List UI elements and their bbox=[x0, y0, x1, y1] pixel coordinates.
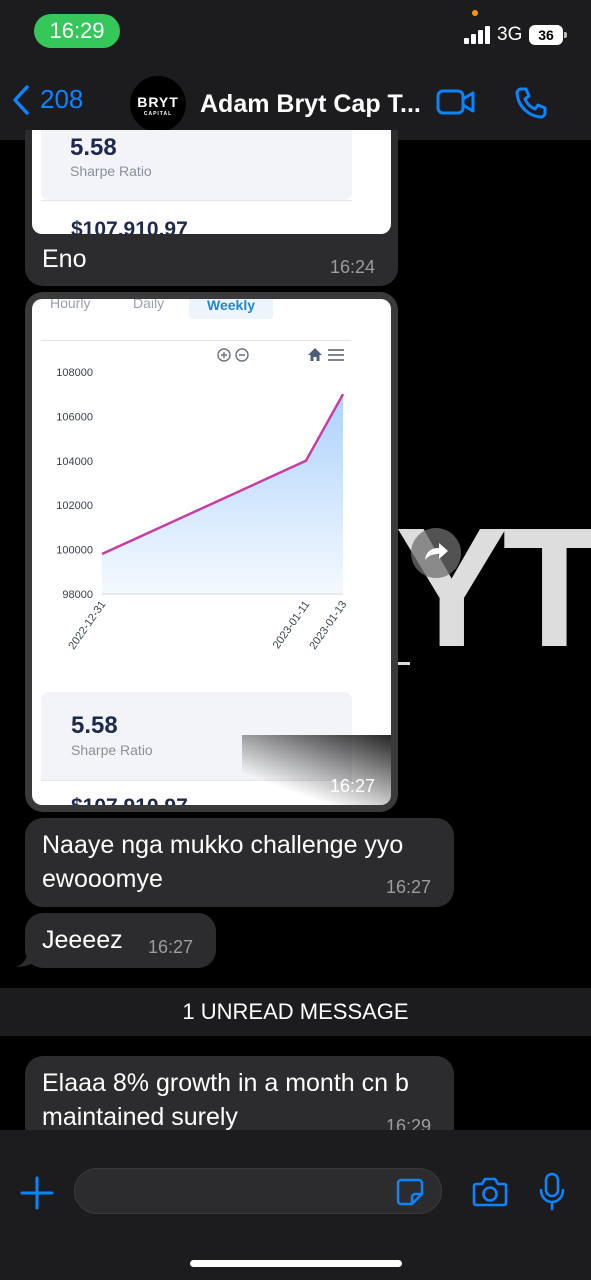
watermark-underline bbox=[398, 662, 410, 665]
plus-icon[interactable] bbox=[20, 1176, 54, 1210]
message-text: Naaye nga mukko challenge yyo bbox=[42, 831, 404, 859]
x-tick-label: 2023-01-13 bbox=[307, 599, 349, 652]
message-text-bubble[interactable]: Naaye nga mukko challenge yyo ewooomye 1… bbox=[25, 818, 454, 907]
unread-banner: 1 UNREAD MESSAGE bbox=[0, 988, 591, 1036]
message-time: 16:27 bbox=[386, 877, 432, 897]
tab-daily[interactable]: Daily bbox=[133, 299, 164, 311]
message-time: 16:24 bbox=[330, 257, 376, 277]
shared-chart-image[interactable]: Hourly Daily Weekly 108000 106000 104000 10… bbox=[32, 299, 391, 805]
divider bbox=[41, 200, 352, 201]
x-tick-label: 2023-01-11 bbox=[271, 599, 313, 651]
message-chart-image[interactable]: Hourly Daily Weekly 108000 106000 104000 10… bbox=[25, 292, 398, 812]
forward-arrow-icon bbox=[425, 543, 448, 560]
privacy-indicator bbox=[472, 10, 478, 16]
y-tick-label: 98000 bbox=[62, 589, 93, 601]
phone-call-icon[interactable] bbox=[514, 86, 548, 120]
y-tick-label: 100000 bbox=[56, 545, 93, 557]
sharpe-ratio-value: 5.58 bbox=[70, 134, 117, 161]
unread-count: 208 bbox=[40, 84, 84, 114]
kpi-box: 5.58 Sharpe Ratio bbox=[41, 130, 352, 200]
message-text: ewooomye bbox=[42, 865, 163, 893]
status-bar: 16:29 3G 36 bbox=[0, 0, 591, 62]
back-button[interactable]: 208 bbox=[12, 84, 83, 115]
message-input[interactable] bbox=[74, 1168, 442, 1214]
y-tick-label: 108000 bbox=[56, 367, 93, 379]
x-tick-label: 2022-12-31 bbox=[66, 599, 108, 652]
camera-icon[interactable] bbox=[472, 1176, 508, 1208]
message-text: Eno bbox=[42, 245, 87, 273]
message-text: Elaaa 8% growth in a month cn b bbox=[42, 1069, 409, 1097]
video-call-icon[interactable] bbox=[436, 88, 476, 116]
background-watermark: YT bbox=[395, 493, 591, 683]
chevron-left-icon bbox=[13, 84, 29, 115]
signal-icon bbox=[464, 26, 492, 44]
status-time[interactable]: 16:29 bbox=[34, 14, 120, 48]
tab-hourly[interactable]: Hourly bbox=[50, 299, 90, 311]
balance-value: $107,910.97 bbox=[71, 218, 188, 234]
message-text-bubble[interactable]: Jeeeez 16:27 bbox=[25, 913, 216, 968]
sharpe-ratio-value: 5.58 bbox=[71, 712, 118, 739]
message-text: maintained surely bbox=[42, 1103, 238, 1131]
shared-image[interactable]: 5.58 Sharpe Ratio $107,910.97 bbox=[32, 130, 391, 234]
microphone-icon[interactable] bbox=[538, 1172, 566, 1212]
message-composer bbox=[0, 1130, 591, 1280]
equity-chart: 108000 106000 104000 102000 100000 98000 2022… bbox=[56, 367, 349, 652]
avatar-logo-sub: CAPITAL bbox=[143, 111, 173, 117]
balance-value: $107,910.97 bbox=[71, 795, 188, 805]
avatar[interactable]: BRYT CAPITAL bbox=[130, 76, 186, 132]
sharpe-ratio-label: Sharpe Ratio bbox=[71, 742, 153, 758]
sharpe-ratio-label: Sharpe Ratio bbox=[70, 163, 152, 179]
tab-weekly[interactable]: Weekly bbox=[189, 299, 273, 319]
chat-title[interactable]: Adam Bryt Cap T... bbox=[200, 90, 425, 119]
message-text: Jeeeez bbox=[42, 926, 123, 954]
network-type: 3G bbox=[497, 24, 523, 45]
avatar-logo-text: BRYT bbox=[137, 94, 179, 110]
tabs-divider bbox=[41, 340, 351, 341]
forward-button[interactable] bbox=[411, 528, 461, 578]
series-area bbox=[102, 394, 343, 594]
message-time: 16:27 bbox=[330, 776, 376, 796]
home-indicator bbox=[190, 1260, 402, 1267]
battery-icon: 36 bbox=[529, 25, 567, 45]
message-image-caption[interactable]: 5.58 Sharpe Ratio $107,910.97 Eno 16:24 bbox=[25, 130, 398, 286]
sticker-icon[interactable] bbox=[395, 1177, 425, 1207]
y-tick-label: 102000 bbox=[56, 500, 93, 512]
y-tick-label: 106000 bbox=[56, 411, 93, 423]
y-tick-label: 104000 bbox=[56, 456, 93, 468]
message-time: 16:27 bbox=[148, 937, 194, 957]
chat-header: 208 BRYT CAPITAL Adam Bryt Cap T... bbox=[0, 62, 591, 140]
